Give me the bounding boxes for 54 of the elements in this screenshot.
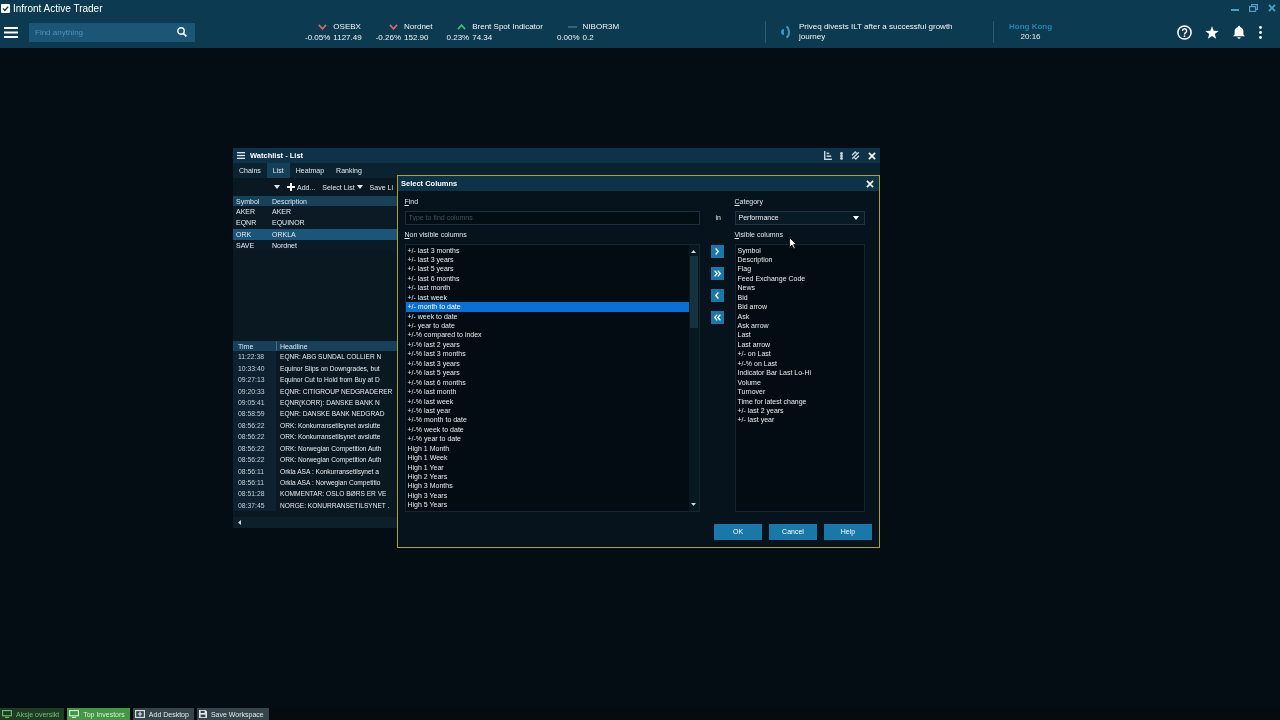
clock-city: Hong Kong (1009, 22, 1053, 32)
bar-chart-icon[interactable] (824, 151, 832, 160)
triangle-left-icon[interactable] (238, 520, 241, 525)
ticker-value: 74.34 (472, 32, 494, 43)
more-icon[interactable] (840, 151, 843, 160)
broadcast-icon (781, 25, 791, 39)
restore-icon[interactable] (1249, 4, 1258, 12)
help-icon[interactable] (1177, 24, 1192, 40)
link-icon[interactable] (851, 151, 860, 160)
chevron-down-icon (389, 23, 399, 30)
scrollbar[interactable] (233, 517, 397, 528)
chevron-up-icon (457, 23, 467, 30)
dash-icon (567, 25, 577, 28)
ticker-value: 1127.49 (333, 32, 362, 43)
clock-time: 20:16 (1020, 32, 1041, 42)
ticker-change: 0.00% (556, 32, 580, 43)
chevron-down-icon (318, 23, 328, 30)
star-icon[interactable] (1205, 25, 1219, 39)
triangle-down-icon[interactable] (691, 502, 696, 506)
ticker-change: -0.26% (375, 32, 402, 43)
news-headline[interactable]: Priveq divests ILT after a successful growth journey (799, 22, 971, 42)
double-chevron-left-icon (713, 313, 721, 321)
menu-icon[interactable] (237, 152, 245, 159)
cursor-icon (789, 237, 797, 249)
ticker-value: 152.90 (404, 32, 430, 43)
remove-column-button[interactable] (710, 288, 724, 302)
ticker-name: OSEBX (333, 21, 362, 32)
add-column-button[interactable] (710, 244, 724, 258)
scrollbar[interactable] (688, 244, 699, 511)
ticker-name: NIBOR3M (582, 21, 620, 32)
caret-icon (356, 185, 363, 189)
more-icon[interactable] (1259, 25, 1262, 39)
monitor-icon (69, 710, 80, 718)
caret-icon (274, 185, 280, 189)
chevron-left-icon (715, 291, 719, 299)
remove-all-button[interactable] (710, 310, 724, 324)
scrollbar-thumb[interactable] (689, 255, 698, 328)
app-title: Infront Active Trader (13, 2, 103, 14)
monitor-plus-icon (134, 710, 145, 718)
caret-icon (852, 215, 859, 220)
ticker-name: Nordnet (404, 21, 433, 32)
search-icon[interactable] (177, 27, 187, 37)
add-all-button[interactable] (710, 266, 724, 280)
chevron-right-icon (715, 247, 719, 255)
ticker-change: 0.23% (446, 32, 470, 43)
ticker-value: 0.2 (582, 32, 595, 43)
menu-icon[interactable] (4, 26, 18, 38)
ticker-name: Brent Spot Indicator (472, 21, 543, 32)
ticker-change: -0.05% (305, 32, 331, 43)
double-chevron-right-icon (713, 269, 721, 277)
bell-icon[interactable] (1232, 25, 1246, 39)
monitor-icon (2, 710, 12, 718)
triangle-up-icon[interactable] (691, 249, 696, 253)
plus-icon (287, 183, 295, 191)
